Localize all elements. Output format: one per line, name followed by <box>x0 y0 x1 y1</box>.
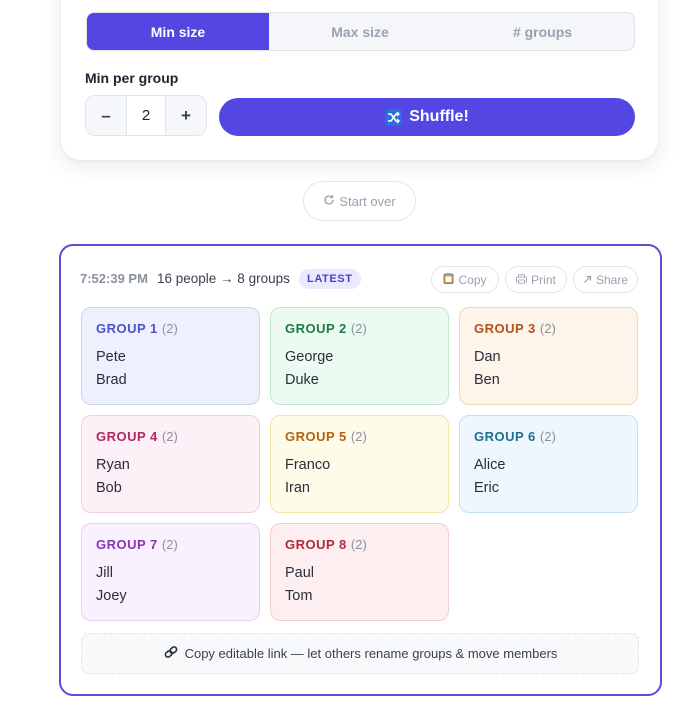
member-name[interactable]: Ryan <box>96 458 245 473</box>
start-over-button[interactable]: Start over <box>303 181 416 221</box>
group-card-5: GROUP 5 (2) Franco Iran <box>270 415 449 513</box>
copy-button[interactable]: Copy <box>431 266 499 293</box>
member-name[interactable]: George <box>285 350 434 365</box>
printer-icon <box>516 273 528 287</box>
group-card-3: GROUP 3 (2) Dan Ben <box>459 307 638 405</box>
group-count: (2) <box>161 429 178 444</box>
group-title: GROUP 8 <box>285 537 347 552</box>
member-name[interactable]: Iran <box>285 481 434 496</box>
start-over-label: Start over <box>339 193 396 209</box>
group-card-7: GROUP 7 (2) Jill Joey <box>81 523 260 621</box>
group-card-8: GROUP 8 (2) Paul Tom <box>270 523 449 621</box>
member-name[interactable]: Tom <box>285 589 434 604</box>
group-card-6: GROUP 6 (2) Alice Eric <box>459 415 638 513</box>
group-card-2: GROUP 2 (2) George Duke <box>270 307 449 405</box>
tab-num-groups[interactable]: # groups <box>451 13 634 50</box>
member-name[interactable]: Duke <box>285 373 434 388</box>
group-title: GROUP 1 <box>96 321 158 336</box>
result-summary: 16 people → 8 groups <box>157 271 290 286</box>
group-count: (2) <box>539 321 556 336</box>
group-title: GROUP 4 <box>96 429 158 444</box>
shuffle-button-label: Shuffle! <box>409 108 469 125</box>
refresh-icon <box>323 194 335 209</box>
member-name[interactable]: Jill <box>96 566 245 581</box>
member-name[interactable]: Eric <box>474 481 623 496</box>
clipboard-icon <box>443 272 454 287</box>
member-name[interactable]: Franco <box>285 458 434 473</box>
member-name[interactable]: Brad <box>96 373 245 388</box>
copy-button-label: Copy <box>458 272 487 287</box>
copy-link-label: Copy editable link — let others rename g… <box>184 646 558 661</box>
shuffle-icon <box>385 108 403 126</box>
group-count: (2) <box>161 537 178 552</box>
member-name[interactable]: Joey <box>96 589 245 604</box>
group-count: (2) <box>161 321 178 336</box>
group-count: (2) <box>539 429 556 444</box>
latest-badge: LATEST <box>299 269 361 289</box>
min-per-group-stepper: – 2 + <box>85 95 207 136</box>
min-per-group-input[interactable]: 2 <box>126 96 166 135</box>
group-count: (2) <box>350 537 367 552</box>
share-button[interactable]: Share <box>573 266 638 293</box>
member-name[interactable]: Ben <box>474 373 623 388</box>
share-button-label: Share <box>595 272 629 287</box>
decrement-button[interactable]: – <box>86 96 126 135</box>
tab-max-size[interactable]: Max size <box>269 13 451 50</box>
group-count: (2) <box>350 429 367 444</box>
member-name[interactable]: Bob <box>96 481 245 496</box>
group-card-1: GROUP 1 (2) Pete Brad <box>81 307 260 405</box>
print-button-label: Print <box>531 272 556 287</box>
tab-min-size[interactable]: Min size <box>87 13 269 50</box>
group-title: GROUP 3 <box>474 321 536 336</box>
member-name[interactable]: Paul <box>285 566 434 581</box>
group-title: GROUP 6 <box>474 429 536 444</box>
share-arrow-icon <box>583 273 592 287</box>
link-icon <box>163 645 179 662</box>
increment-button[interactable]: + <box>166 96 206 135</box>
group-title: GROUP 2 <box>285 321 347 336</box>
group-card-4: GROUP 4 (2) Ryan Bob <box>81 415 260 513</box>
min-per-group-label: Min per group <box>85 70 179 86</box>
group-title: GROUP 5 <box>285 429 347 444</box>
copy-editable-link-button[interactable]: Copy editable link — let others rename g… <box>81 633 639 674</box>
print-button[interactable]: Print <box>505 266 567 293</box>
result-timestamp: 7:52:39 PM <box>80 271 148 286</box>
group-count: (2) <box>350 321 367 336</box>
mode-selector: Min size Max size # groups <box>86 12 635 51</box>
member-name[interactable]: Dan <box>474 350 623 365</box>
group-title: GROUP 7 <box>96 537 158 552</box>
shuffle-button[interactable]: Shuffle! <box>219 98 635 136</box>
member-name[interactable]: Alice <box>474 458 623 473</box>
member-name[interactable]: Pete <box>96 350 245 365</box>
